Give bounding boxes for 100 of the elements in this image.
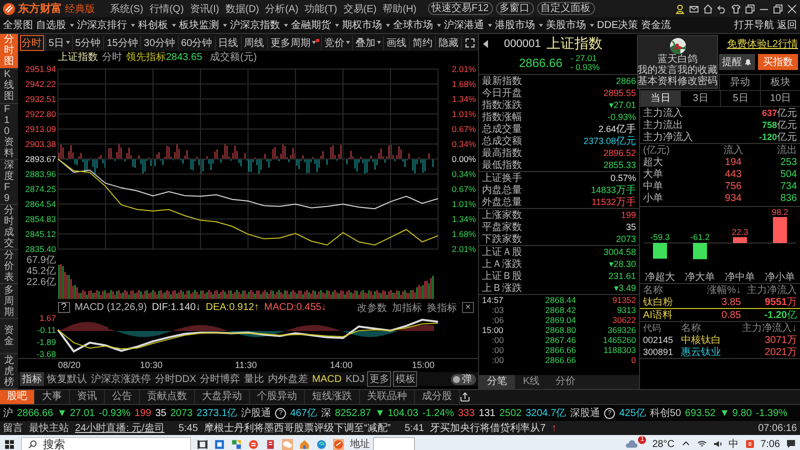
- menu-item[interactable]: 数据(D): [225, 2, 260, 16]
- toolbar-button[interactable]: 多窗口: [496, 2, 534, 15]
- indicator-tab[interactable]: 量比: [243, 372, 266, 386]
- l2-trial-link[interactable]: 免费体验L2行情: [726, 37, 798, 51]
- tick-tab[interactable]: 分笔: [479, 375, 515, 389]
- nav-item[interactable]: 美股市场: [546, 18, 586, 32]
- period-tab[interactable]: 60分钟: [180, 36, 214, 50]
- period-tab[interactable]: 30分钟: [142, 36, 176, 50]
- indicator-action[interactable]: 加指标: [392, 300, 422, 314]
- user-menu-link[interactable]: 我的收藏: [678, 65, 718, 76]
- side-tab[interactable]: F10资料: [0, 104, 18, 160]
- side-tab[interactable]: 分价表: [0, 250, 18, 284]
- bar-value-label: 22.3: [732, 227, 748, 238]
- period-tab[interactable]: 15分钟: [106, 36, 139, 50]
- price-axis-label: 2835.40: [25, 244, 56, 254]
- side-tab[interactable]: K线图: [0, 68, 18, 104]
- side-tab[interactable]: 资金: [0, 319, 18, 354]
- nav-item[interactable]: 期权市场: [342, 18, 382, 32]
- menu-item[interactable]: 帮助(H): [382, 2, 416, 16]
- side-tab[interactable]: 深度F9: [0, 160, 18, 205]
- toolbar-button[interactable]: 快速交易F12: [428, 2, 493, 15]
- nav-item[interactable]: 沪深京排行: [77, 18, 127, 32]
- flow-tab[interactable]: 板块: [760, 75, 800, 90]
- period-tab[interactable]: 更多周期: [269, 36, 312, 50]
- menu-item[interactable]: 行情(Q): [149, 2, 184, 16]
- period-tab[interactable]: 简约: [411, 36, 434, 50]
- indicator-button[interactable]: 更多: [367, 371, 392, 387]
- search-field[interactable]: 搜索: [21, 436, 191, 450]
- menu-item[interactable]: 交易(E): [343, 2, 377, 16]
- side-tab[interactable]: 分时成交: [0, 204, 18, 250]
- nav-item[interactable]: 资金流: [641, 18, 672, 32]
- nav-item[interactable]: DDE决策: [597, 18, 638, 32]
- period-tab[interactable]: 5日: [48, 36, 66, 50]
- news-headline[interactable]: 摩根士丹利将墨西哥股票评级下调至“减配”: [204, 421, 391, 435]
- tick-tab[interactable]: K线: [515, 375, 548, 389]
- nav-item[interactable]: 金融期货: [291, 18, 331, 32]
- stock-row[interactable]: 300891 惠云钛业 2021万: [640, 346, 800, 358]
- period-tab[interactable]: 隐藏: [437, 36, 460, 50]
- nav-item[interactable]: 港股市场: [495, 18, 535, 32]
- popup-toggle[interactable]: 弹: [451, 374, 476, 384]
- sector-row[interactable]: 钛白粉 3.85 9551万: [640, 296, 800, 309]
- side-tab[interactable]: 分时图: [0, 34, 18, 69]
- nav-item[interactable]: 科创板: [138, 18, 168, 32]
- menu-item[interactable]: 功能(T): [304, 2, 338, 16]
- indicator-tab[interactable]: 分时DDX: [154, 372, 198, 386]
- indicator-tab[interactable]: 恢复默认: [46, 372, 88, 386]
- menu-item[interactable]: 系统(S): [110, 2, 144, 16]
- period-tab[interactable]: 分时: [20, 34, 44, 50]
- nav-item[interactable]: 全景图: [3, 18, 33, 32]
- nav-item[interactable]: 板块监测: [179, 18, 219, 32]
- period-tab[interactable]: 10日: [760, 91, 800, 106]
- indicator-tab[interactable]: KDJ: [344, 374, 366, 384]
- indicator-tab[interactable]: MACD: [311, 374, 343, 384]
- info-tab[interactable]: 股吧: [0, 390, 35, 404]
- reminder-button[interactable]: 提醒: [719, 54, 755, 70]
- period-tab[interactable]: 3日: [680, 91, 720, 106]
- nav-item[interactable]: 沪深京指数: [230, 18, 280, 32]
- nav-link[interactable]: 打开导航: [734, 18, 774, 32]
- user-menu-link[interactable]: 我的发言: [638, 65, 678, 76]
- news-button[interactable]: 留言: [3, 421, 23, 435]
- indicator-tab[interactable]: 沪深京涨跌停: [90, 372, 152, 386]
- period-tab[interactable]: 叠加: [354, 36, 376, 50]
- help-button[interactable]: ?: [58, 302, 70, 313]
- period-tab[interactable]: 竞价: [323, 36, 346, 50]
- side-tab[interactable]: 多周期: [0, 284, 18, 320]
- period-tab[interactable]: 5分钟: [74, 36, 102, 50]
- indicator-action[interactable]: 换指标: [427, 300, 458, 314]
- category-label: 净中单: [725, 272, 755, 283]
- price-change: - 27.01: [570, 54, 598, 63]
- close-button[interactable]: ×: [462, 302, 474, 313]
- stock-row[interactable]: 002145 中核钛白 3071万: [640, 334, 800, 346]
- live-link[interactable]: 24小时直播: 元/盎司: [75, 421, 164, 435]
- news-headline[interactable]: 牙买加央行将借贷利率从7: [430, 421, 546, 435]
- period-tab[interactable]: 画线: [385, 36, 408, 50]
- tick-tab[interactable]: 分价: [548, 375, 584, 389]
- sector-row[interactable]: AI语料 0.85 -1.20亿: [640, 309, 800, 321]
- period-tab[interactable]: 5日: [720, 91, 760, 106]
- menu-item[interactable]: 分析(A): [265, 2, 298, 16]
- buy-index-button[interactable]: 买指数: [758, 54, 798, 70]
- indicator-name: MACD (12,26,9): [74, 302, 147, 313]
- user-menu-link[interactable]: 基本资料: [638, 76, 678, 87]
- toolbar-button[interactable]: 自定义面板: [536, 2, 595, 15]
- user-menu-link[interactable]: 修改密码: [678, 76, 718, 87]
- address-label: 地址: [350, 438, 370, 450]
- indicator-button[interactable]: 模板: [393, 371, 418, 387]
- nav-item[interactable]: 沪深港通: [444, 18, 484, 32]
- menu-item[interactable]: 资讯(I): [190, 2, 220, 16]
- indicator-tab[interactable]: 分时博弈: [199, 372, 242, 386]
- input-method[interactable]: 中: [728, 437, 739, 450]
- period-tab[interactable]: 日线: [217, 36, 240, 50]
- indicator-action[interactable]: 改参数: [357, 300, 388, 314]
- period-tab[interactable]: 周线: [243, 36, 266, 50]
- news-button[interactable]: 最快主站: [29, 421, 69, 435]
- nav-link[interactable]: 返回: [777, 18, 797, 32]
- flow-tab[interactable]: 异动: [719, 75, 760, 90]
- indicator-tab[interactable]: 内外盘差: [267, 372, 310, 386]
- nav-item[interactable]: 自选股: [36, 18, 66, 32]
- tick-volume: 369326: [606, 325, 636, 335]
- nav-item[interactable]: 全球市场: [393, 18, 433, 32]
- period-tab[interactable]: 当日: [640, 91, 680, 106]
